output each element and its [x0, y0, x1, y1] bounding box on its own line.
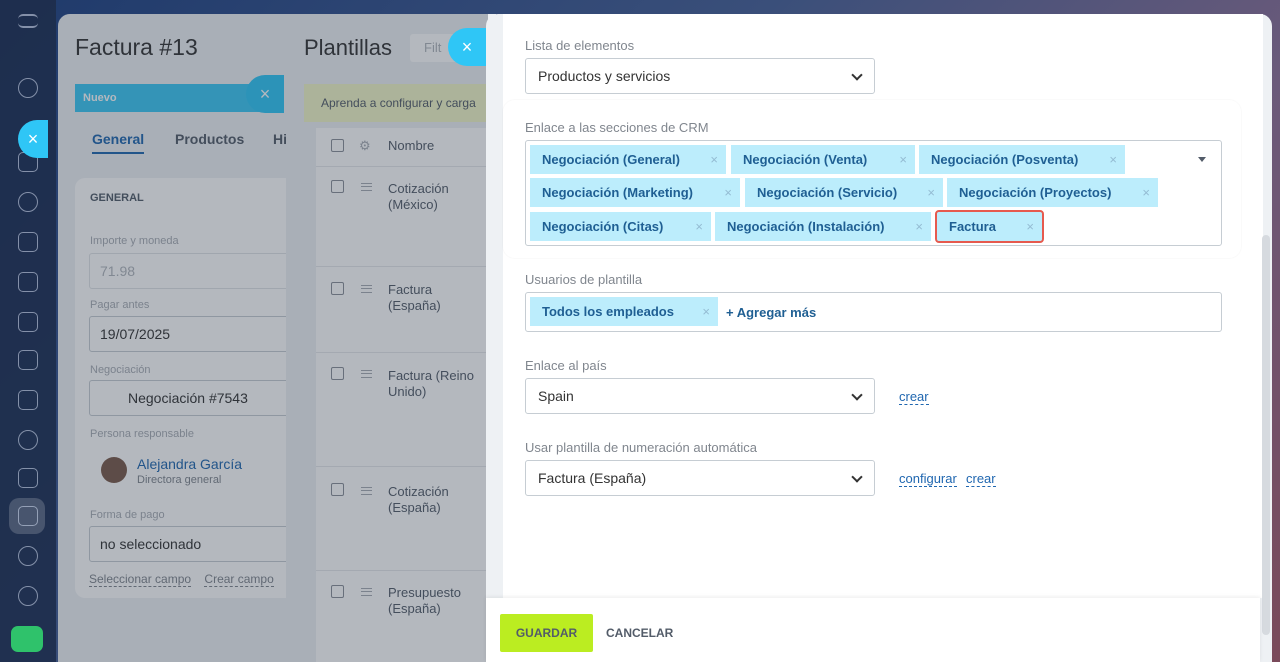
tag-label: Negociación (Proyectos): [959, 185, 1112, 200]
crm-tag[interactable]: Negociación (Servicio) ×: [745, 178, 943, 207]
remove-tag-icon[interactable]: ×: [1142, 178, 1150, 207]
tag-label: Negociación (Venta): [743, 152, 868, 167]
funnel-icon[interactable]: [18, 506, 38, 526]
crm-tag[interactable]: Negociación (Marketing) ×: [530, 178, 740, 207]
calendar-icon[interactable]: [18, 232, 38, 252]
robot-icon[interactable]: [18, 546, 38, 566]
save-button[interactable]: GUARDAR: [500, 614, 593, 652]
country-link-label: Enlace al país: [525, 358, 607, 373]
dim-overlay: [58, 14, 488, 662]
chevron-down-icon: [851, 389, 863, 401]
tag-label: Todos los empleados: [542, 304, 674, 319]
highlight-outline: [935, 210, 1044, 243]
remove-tag-icon[interactable]: ×: [927, 178, 935, 207]
add-more-link[interactable]: + Agregar más: [726, 305, 816, 320]
close-side-icon[interactable]: ×: [18, 120, 48, 158]
template-users-label: Usuarios de plantilla: [525, 272, 643, 287]
documents-icon[interactable]: [18, 272, 38, 292]
close-modal-icon[interactable]: ×: [448, 28, 486, 66]
create-country-link[interactable]: crear: [899, 389, 929, 405]
tag-label: Negociación (Citas): [542, 219, 664, 234]
tag-label: Negociación (Marketing): [542, 185, 693, 200]
numbering-select[interactable]: Factura (España): [525, 460, 875, 496]
crm-tag[interactable]: Negociación (Venta) ×: [731, 145, 915, 174]
cancel-button[interactable]: CANCELAR: [606, 626, 673, 640]
users-tag[interactable]: Todos los empleados ×: [530, 297, 718, 326]
remove-tag-icon[interactable]: ×: [695, 212, 703, 241]
crm-icon[interactable]: [18, 192, 38, 212]
scrollbar[interactable]: [1262, 235, 1270, 635]
element-list-value: Productos y servicios: [538, 68, 671, 84]
mail-icon[interactable]: [18, 390, 38, 410]
rocket-icon[interactable]: [11, 626, 43, 652]
country-select[interactable]: Spain: [525, 378, 875, 414]
sites-icon[interactable]: [18, 312, 38, 332]
employees-icon[interactable]: [18, 430, 38, 450]
remove-tag-icon[interactable]: ×: [899, 145, 907, 174]
crm-tag[interactable]: Negociación (Citas) ×: [530, 212, 711, 241]
remove-tag-icon[interactable]: ×: [915, 212, 923, 241]
remove-tag-icon[interactable]: ×: [702, 297, 710, 326]
settings-gear-icon[interactable]: [18, 586, 38, 606]
feed-icon[interactable]: [18, 78, 38, 98]
checklist-icon[interactable]: [18, 468, 38, 488]
numbering-label: Usar plantilla de numeración automática: [525, 440, 757, 455]
element-list-select[interactable]: Productos y servicios: [525, 58, 875, 94]
left-sidebar: [0, 0, 56, 662]
crm-tag[interactable]: Negociación (General) ×: [530, 145, 726, 174]
configure-numbering-link[interactable]: configurar: [899, 471, 957, 487]
crm-link-label: Enlace a las secciones de CRM: [525, 120, 709, 135]
remove-tag-icon[interactable]: ×: [1109, 145, 1117, 174]
shop-icon[interactable]: [18, 350, 38, 370]
chevron-down-icon: [851, 471, 863, 483]
dropdown-caret-icon[interactable]: [1198, 157, 1206, 162]
tag-label: Negociación (Instalación): [727, 219, 885, 234]
numbering-value: Factura (España): [538, 470, 647, 486]
remove-tag-icon[interactable]: ×: [710, 145, 718, 174]
country-value: Spain: [538, 388, 574, 404]
modal-footer: [486, 598, 1260, 662]
create-numbering-link[interactable]: crear: [966, 471, 996, 487]
crm-tag[interactable]: Negociación (Proyectos) ×: [947, 178, 1158, 207]
menu-icon[interactable]: [18, 14, 38, 28]
element-list-label: Lista de elementos: [525, 38, 635, 53]
chevron-down-icon: [851, 69, 863, 81]
remove-tag-icon[interactable]: ×: [724, 178, 732, 207]
tag-label: Negociación (Posventa): [931, 152, 1079, 167]
crm-tag[interactable]: Negociación (Posventa) ×: [919, 145, 1125, 174]
tag-label: Negociación (Servicio): [757, 185, 898, 200]
tag-label: Negociación (General): [542, 152, 680, 167]
crm-tag[interactable]: Negociación (Instalación) ×: [715, 212, 931, 241]
